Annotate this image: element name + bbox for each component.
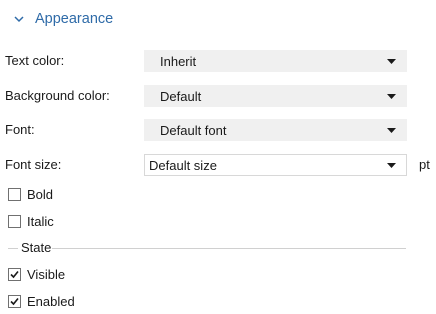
bold-checkbox[interactable]: Bold — [8, 185, 53, 203]
state-group: State — [8, 240, 406, 255]
text-color-value: Inherit — [160, 53, 197, 69]
background-color-dropdown[interactable]: Default — [144, 85, 407, 107]
divider — [8, 248, 18, 249]
enabled-checkbox[interactable]: Enabled — [8, 292, 75, 310]
font-label: Font: — [5, 122, 35, 137]
appearance-section-header[interactable]: Appearance — [13, 9, 113, 29]
enabled-label: Enabled — [27, 293, 75, 309]
italic-checkbox[interactable]: Italic — [8, 212, 54, 230]
checkbox-checked-icon[interactable] — [8, 294, 21, 308]
text-color-dropdown[interactable]: Inherit — [144, 50, 407, 72]
font-size-value[interactable]: Default size — [145, 158, 387, 173]
font-size-unit: pt — [419, 157, 430, 172]
background-color-value: Default — [160, 88, 202, 104]
visible-checkbox[interactable]: Visible — [8, 265, 65, 283]
font-size-label: Font size: — [5, 157, 62, 172]
font-value: Default font — [160, 122, 227, 138]
visible-label: Visible — [27, 266, 66, 282]
dropdown-arrow-icon[interactable] — [387, 162, 396, 168]
checkbox-unchecked-icon[interactable] — [8, 187, 21, 201]
checkbox-checked-icon[interactable] — [8, 267, 21, 281]
font-size-combobox[interactable]: Default size — [144, 154, 407, 176]
bold-label: Bold — [27, 186, 54, 202]
font-dropdown[interactable]: Default font — [144, 119, 407, 141]
background-color-label: Background color: — [5, 88, 110, 103]
checkbox-unchecked-icon[interactable] — [8, 214, 21, 228]
dropdown-arrow-icon — [387, 127, 396, 133]
chevron-down-icon[interactable] — [13, 13, 25, 25]
divider — [52, 248, 406, 249]
italic-label: Italic — [27, 213, 54, 229]
dropdown-arrow-icon — [387, 58, 396, 64]
section-title: Appearance — [35, 11, 114, 27]
state-group-title: State — [21, 240, 52, 255]
text-color-label: Text color: — [5, 53, 65, 68]
dropdown-arrow-icon — [387, 93, 396, 99]
